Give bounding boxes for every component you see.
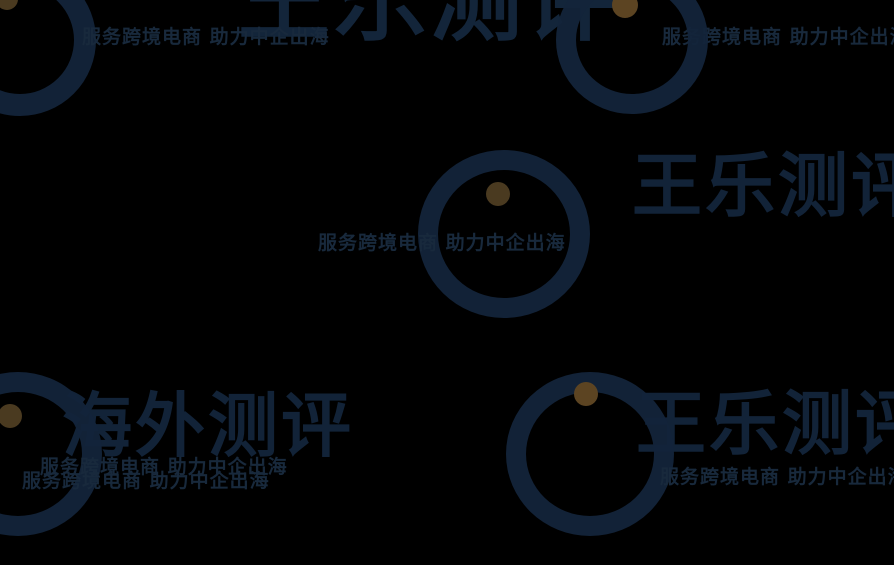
terminal-window: 王乐测评 服务跨境电商 助力中企出海 服务跨境电商 助力中企出海 王乐测评 服务… [0, 0, 894, 565]
speedtest-output [0, 0, 894, 24]
terminal-text-layer [0, 0, 894, 565]
